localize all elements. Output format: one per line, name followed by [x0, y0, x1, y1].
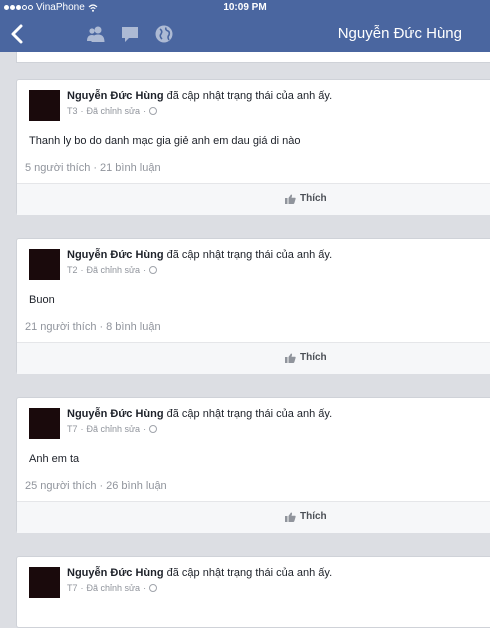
post-card: Nguyễn Đức Hùng đã cập nhật trạng thái c… — [16, 79, 490, 215]
edited-label[interactable]: Đã chỉnh sửa — [87, 106, 141, 116]
author-name[interactable]: Nguyễn Đức Hùng — [67, 567, 164, 579]
post-text: Buon — [29, 294, 55, 306]
like-button-label: Thích — [300, 352, 327, 363]
thumbs-up-icon — [285, 194, 296, 204]
author-name[interactable]: Nguyễn Đức Hùng — [67, 408, 164, 420]
avatar[interactable] — [29, 408, 60, 439]
nav-bar: Nguyễn Đức Hùng — [0, 16, 490, 52]
public-privacy-icon — [149, 266, 158, 274]
post-text: Thanh ly bo do danh mạc gia giẻ anh em d… — [29, 135, 301, 147]
post-date[interactable]: T3 — [67, 106, 78, 116]
public-privacy-icon — [149, 584, 158, 592]
back-chevron-icon[interactable] — [8, 22, 28, 46]
edited-label[interactable]: Đã chỉnh sửa — [87, 424, 141, 434]
status-bar: VinaPhone 10:09 PM — [0, 0, 490, 16]
post-header: Nguyễn Đức Hùng đã cập nhật trạng thái c… — [67, 90, 332, 102]
post-header: Nguyễn Đức Hùng đã cập nhật trạng thái c… — [67, 249, 332, 261]
comment-count[interactable]: 8 bình luận — [106, 321, 160, 333]
like-button-label: Thích — [300, 193, 327, 204]
friends-icon[interactable] — [86, 24, 106, 44]
post-action-bar: Thích — [17, 501, 490, 533]
like-button[interactable]: Thích — [285, 193, 327, 204]
like-count[interactable]: 21 người thích — [25, 321, 96, 333]
post-header: Nguyễn Đức Hùng đã cập nhật trạng thái c… — [67, 567, 332, 579]
post-meta: T7 · Đã chỉnh sửa · — [67, 583, 158, 593]
post-date[interactable]: T7 — [67, 583, 78, 593]
edited-label[interactable]: Đã chỉnh sửa — [87, 583, 141, 593]
post-action-bar: Thích — [17, 342, 490, 374]
avatar[interactable] — [29, 249, 60, 280]
comment-count[interactable]: 26 bình luận — [106, 480, 167, 492]
thumbs-up-icon — [285, 353, 296, 363]
post-stats: 21 người thích · 8 bình luận — [25, 321, 161, 333]
previous-card-bottom — [16, 52, 490, 63]
nav-title: Nguyễn Đức Hùng — [337, 25, 462, 42]
post-action: đã cập nhật trạng thái của anh ấy. — [166, 408, 333, 420]
public-privacy-icon — [149, 107, 158, 115]
post-date[interactable]: T7 — [67, 424, 78, 434]
like-button[interactable]: Thích — [285, 352, 327, 363]
post-card: Nguyễn Đức Hùng đã cập nhật trạng thái c… — [16, 238, 490, 374]
like-count[interactable]: 5 người thích — [25, 162, 90, 174]
like-button-label: Thích — [300, 511, 327, 522]
like-button[interactable]: Thích — [285, 511, 327, 522]
comment-count[interactable]: 21 bình luận — [100, 162, 161, 174]
post-date[interactable]: T2 — [67, 265, 78, 275]
post-card: Nguyễn Đức Hùng đã cập nhật trạng thái c… — [16, 397, 490, 533]
messages-icon[interactable] — [120, 24, 140, 44]
post-card: Nguyễn Đức Hùng đã cập nhật trạng thái c… — [16, 556, 490, 628]
avatar[interactable] — [29, 90, 60, 121]
clock: 10:09 PM — [223, 2, 267, 13]
post-stats: 5 người thích · 21 bình luận — [25, 162, 161, 174]
post-meta: T3 · Đã chỉnh sửa · — [67, 106, 158, 116]
post-action: đã cập nhật trạng thái của anh ấy. — [166, 90, 333, 102]
post-text: Anh em ta — [29, 453, 80, 465]
globe-notifications-icon[interactable] — [154, 24, 174, 44]
public-privacy-icon — [149, 425, 158, 433]
post-header: Nguyễn Đức Hùng đã cập nhật trạng thái c… — [67, 408, 332, 420]
post-meta: T7 · Đã chỉnh sửa · — [67, 424, 158, 434]
author-name[interactable]: Nguyễn Đức Hùng — [67, 90, 164, 102]
post-action: đã cập nhật trạng thái của anh ấy. — [166, 567, 333, 579]
edited-label[interactable]: Đã chỉnh sửa — [87, 265, 141, 275]
author-name[interactable]: Nguyễn Đức Hùng — [67, 249, 164, 261]
post-meta: T2 · Đã chỉnh sửa · — [67, 265, 158, 275]
post-action-bar: Thích — [17, 183, 490, 215]
avatar[interactable] — [29, 567, 60, 598]
thumbs-up-icon — [285, 512, 296, 522]
post-stats: 25 người thích · 26 bình luận — [25, 480, 167, 492]
like-count[interactable]: 25 người thích — [25, 480, 96, 492]
post-action: đã cập nhật trạng thái của anh ấy. — [166, 249, 333, 261]
